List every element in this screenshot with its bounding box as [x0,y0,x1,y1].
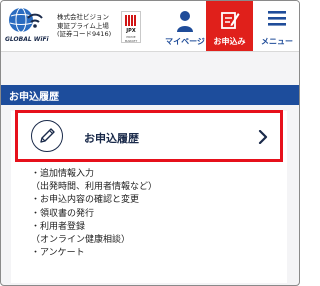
jpx-sub: PRIME MARKET [124,35,138,43]
card-title: お申込履歴 [84,132,139,145]
history-feature-list: ・追加情報入力 （出発時間、利用者情報など） ・お申込内容の確認と変更 ・領収書… [31,168,157,260]
apply-button[interactable]: お申込み [206,1,253,51]
chevron-right-icon [258,130,268,144]
site-header: GLOBAL WiFi 株式会社ビジョン 東証プライム上場 (証券コード9416… [1,1,299,52]
listing-info: 東証プライム上場 [57,21,109,30]
hamburger-icon [268,11,286,26]
application-history-link[interactable]: お申込履歴 [15,110,283,162]
company-info: 株式会社ビジョン 東証プライム上場 (証券コード9416) [57,13,111,39]
apply-label: お申込み [213,37,246,46]
mypage-label: マイページ [165,37,205,46]
list-item: ・領収書の発行 [31,208,95,219]
company-name: 株式会社ビジョン [57,13,109,21]
logo-text: GLOBAL WiFi [5,36,49,43]
form-edit-icon [220,12,239,29]
list-item: ・アンケート [31,248,85,259]
securities-code: (証券コード9416) [57,30,112,38]
section-header: お申込履歴 [1,85,299,105]
list-item: （出発時間、利用者情報など） [31,182,158,193]
pencil-icon-circle [31,120,63,152]
pencil-icon [40,128,55,143]
global-wifi-logo[interactable]: GLOBAL WiFi [5,4,52,48]
person-icon [177,11,193,32]
app-frame: GLOBAL WiFi 株式会社ビジョン 東証プライム上場 (証券コード9416… [0,0,300,286]
list-item: （オンライン健康相談） [31,235,131,246]
jpx-logo-icon [125,15,136,26]
list-item: ・利用者登録 [31,221,86,232]
mypage-button[interactable]: マイページ [165,1,205,51]
section-title: お申込履歴 [9,92,59,103]
list-item: ・追加情報入力 [31,169,95,179]
jpx-label: JPX [126,28,136,34]
menu-button[interactable]: メニュー [255,1,299,51]
list-item: ・お申込内容の確認と変更 [31,195,140,206]
menu-label: メニュー [261,37,293,46]
jpx-badge: JPX PRIME MARKET [121,11,141,43]
